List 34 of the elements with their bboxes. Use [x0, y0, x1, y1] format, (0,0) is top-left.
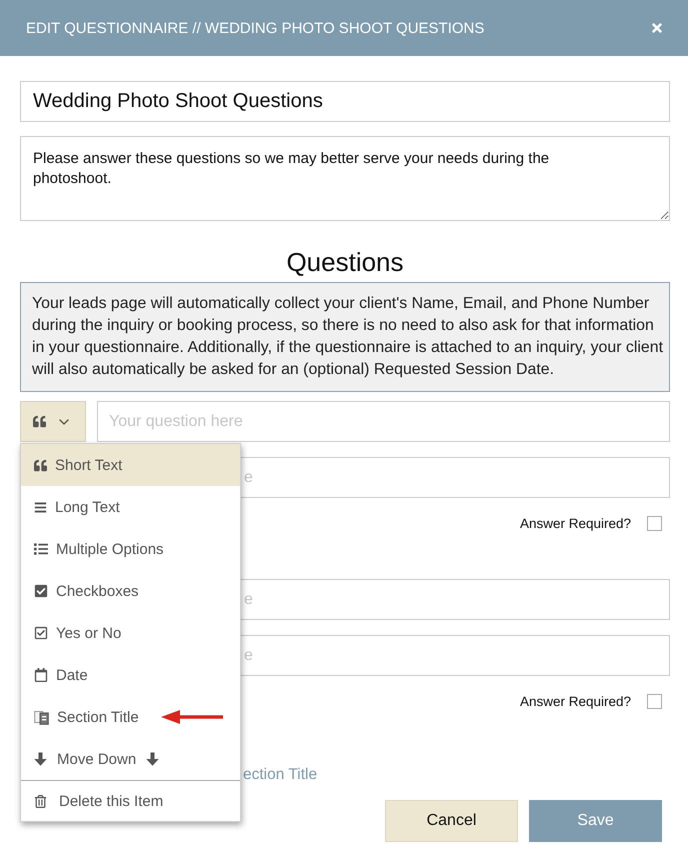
close-icon [650, 21, 664, 35]
description-field[interactable]: Please answer these questions so we may better serve your needs during the photoshoot. [20, 136, 670, 221]
menu-item[interactable]: Section Title [21, 696, 240, 738]
menu-item[interactable]: Checkboxes [21, 570, 240, 612]
quote-icon [33, 415, 46, 428]
question-field[interactable]: Your question here [97, 401, 670, 442]
cancel-button[interactable]: Cancel [385, 800, 518, 842]
list-icon [34, 542, 48, 556]
lines-icon [34, 500, 47, 514]
move-down-item[interactable]: Move Down [21, 738, 240, 780]
arrow-down-icon [34, 752, 47, 766]
notice-text: Your leads page will automatically collect your client's Name, Email, and Phone Number during the inquiry or booking process, so there is no need to also ask for that information in your questionnaire. Additionally, if the questionnaire is attached to an inquiry, your client will also automatically be asked for an (optional) Requested Session Date. [20, 282, 670, 392]
title-field[interactable]: Wedding Photo Shoot Questions [20, 81, 670, 122]
close-button[interactable] [650, 21, 664, 35]
pages-icon [34, 710, 49, 724]
menu-item[interactable]: Long Text [21, 486, 240, 528]
arrow-down-icon [146, 752, 160, 766]
quote-icon [34, 458, 47, 472]
checkbox[interactable] [647, 516, 662, 531]
answer-required-label: Answer Required? [520, 516, 631, 531]
checked-box-icon [34, 584, 48, 598]
menu-item[interactable]: Short Text [21, 444, 240, 486]
type-dropdown-button[interactable] [20, 401, 86, 442]
section-heading: Questions [285, 246, 405, 279]
checkbox[interactable] [647, 694, 662, 709]
calendar-icon [34, 668, 48, 682]
answer-required-label: Answer Required? [520, 694, 631, 709]
trash-icon [34, 794, 47, 808]
checkbox-outline-icon [34, 626, 48, 640]
dialog-title: EDIT QUESTIONNAIRE // WEDDING PHOTO SHOOT QUESTIONS [26, 20, 484, 36]
delete-item[interactable]: Delete this Item [21, 780, 240, 821]
menu-item[interactable]: Date [21, 654, 240, 696]
menu-item[interactable]: Yes or No [21, 612, 240, 654]
menu-item[interactable]: Multiple Options [21, 528, 240, 570]
